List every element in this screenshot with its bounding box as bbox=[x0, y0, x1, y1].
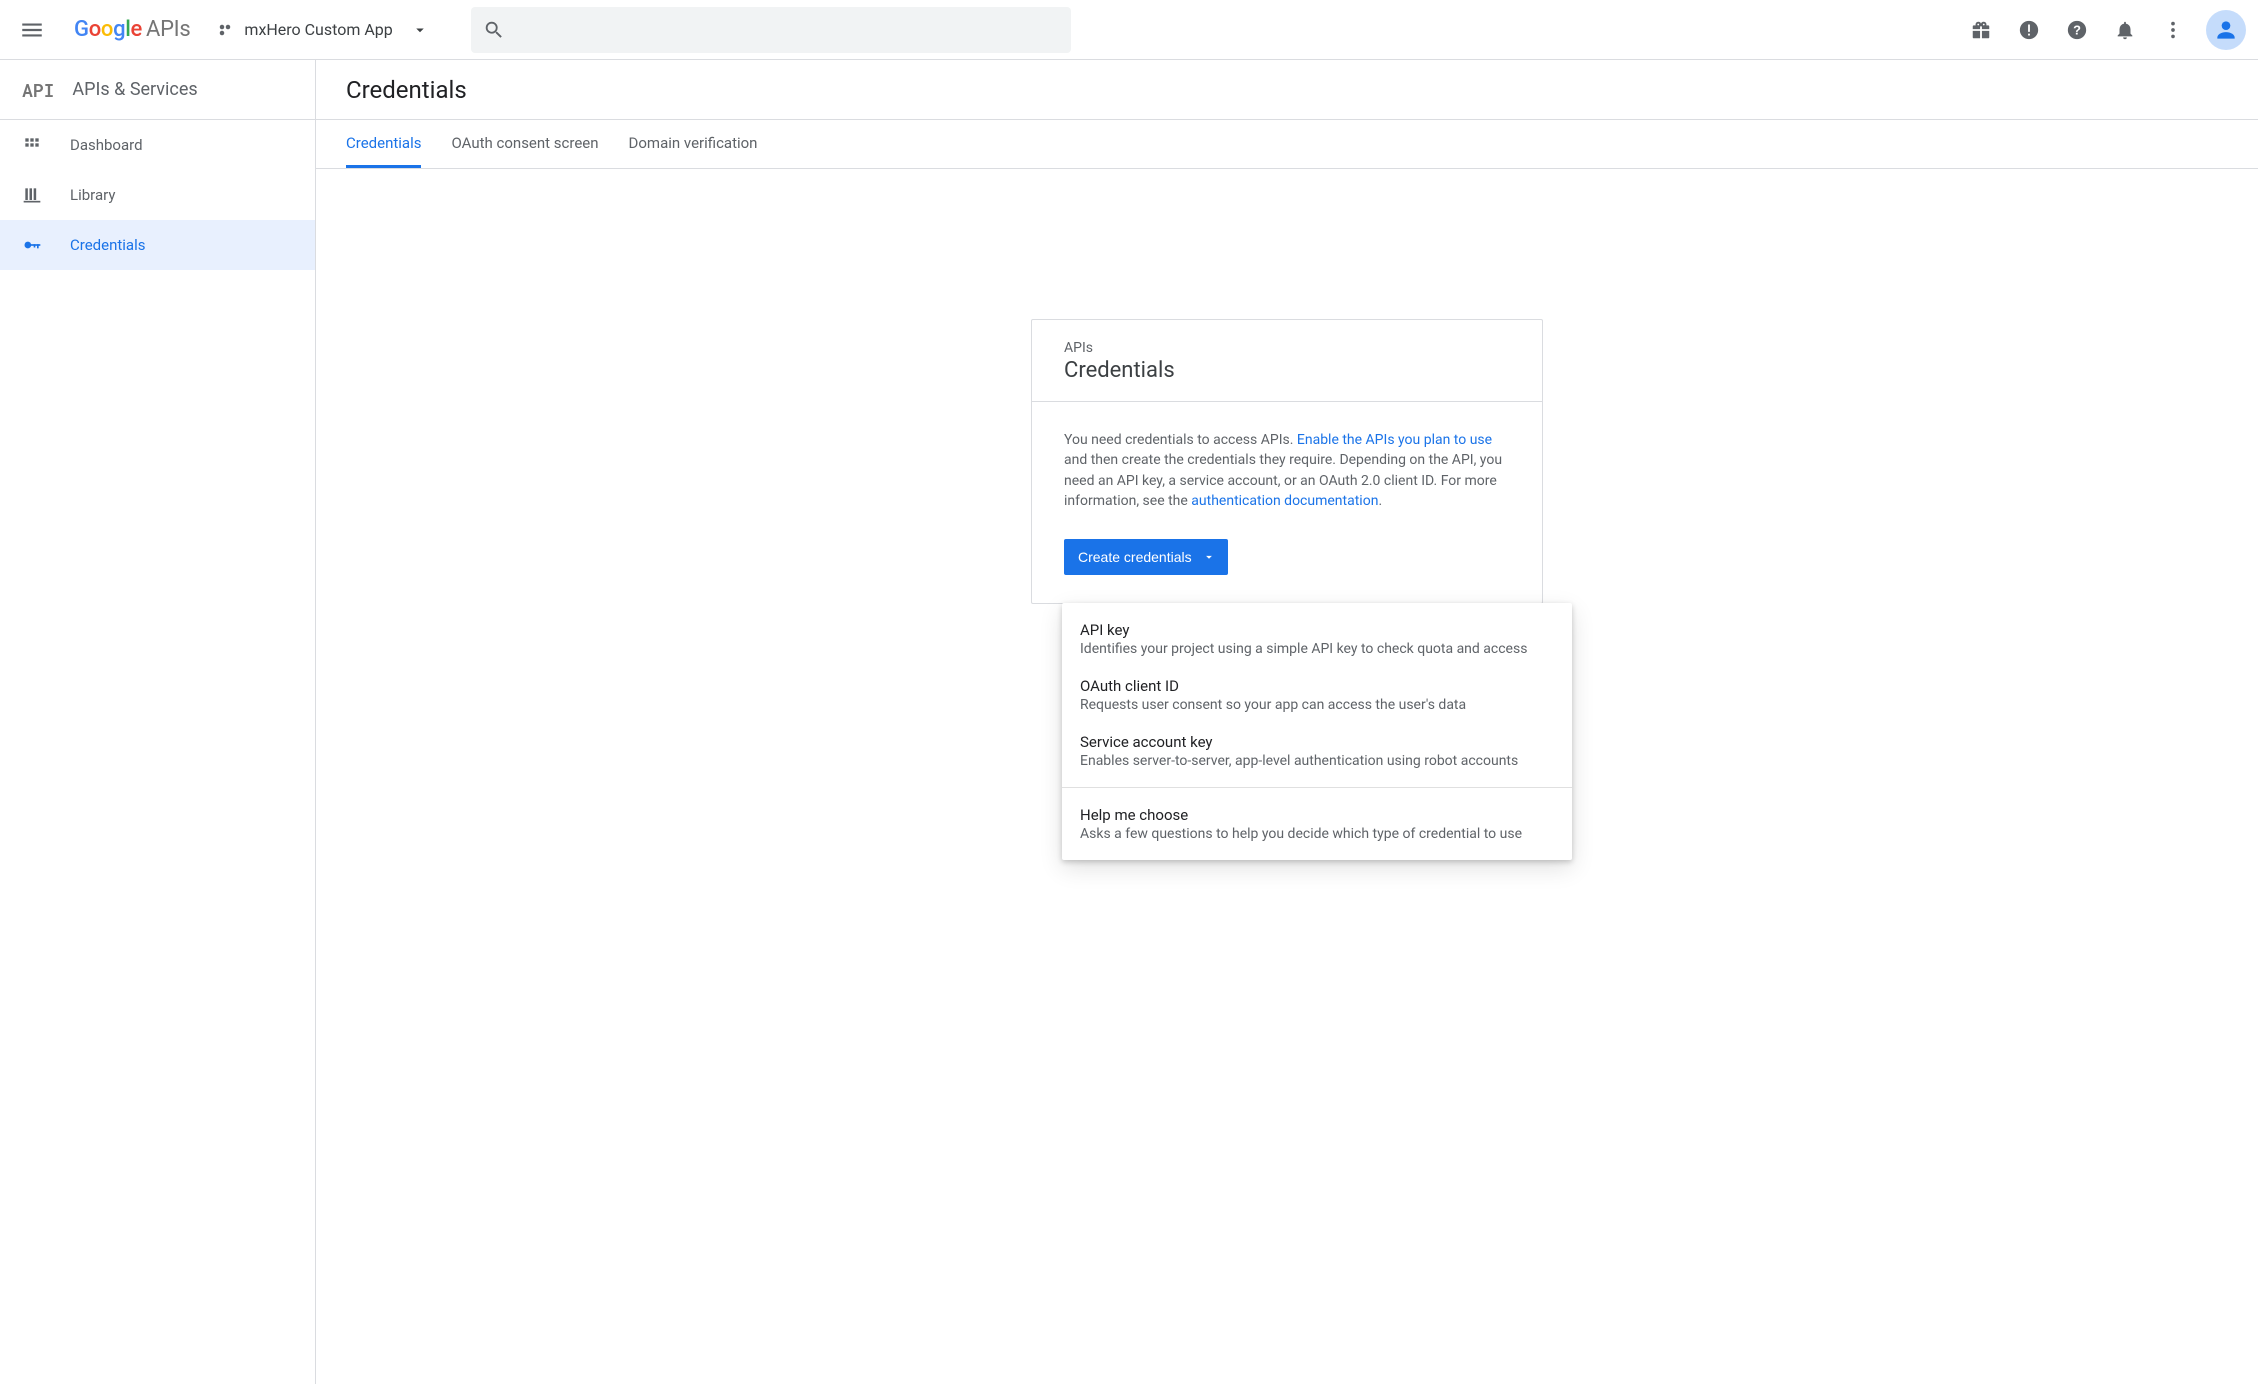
menu-item-desc: Identifies your project using a simple A… bbox=[1080, 641, 1554, 657]
sidebar-item-library[interactable]: Library bbox=[0, 170, 315, 220]
more-vert-icon[interactable] bbox=[2162, 19, 2184, 41]
header-action-icons: ? bbox=[1970, 19, 2184, 41]
menu-separator bbox=[1062, 787, 1572, 788]
google-wordmark: Google bbox=[74, 17, 142, 42]
menu-item-title: OAuth client ID bbox=[1080, 677, 1554, 695]
main-content: Credentials Credentials OAuth consent sc… bbox=[316, 60, 2258, 1384]
project-dots-icon bbox=[216, 21, 234, 39]
menu-item-desc: Enables server-to-server, app-level auth… bbox=[1080, 753, 1554, 769]
apis-wordmark: APIs bbox=[146, 17, 190, 42]
page-header: Credentials bbox=[316, 60, 2258, 120]
search-input[interactable] bbox=[515, 21, 1059, 38]
sidebar-item-credentials[interactable]: Credentials bbox=[0, 220, 315, 270]
sidebar-header[interactable]: API APIs & Services bbox=[0, 60, 315, 120]
help-icon[interactable]: ? bbox=[2066, 19, 2088, 41]
sidebar-item-label: Credentials bbox=[70, 236, 145, 254]
card-title: Credentials bbox=[1064, 358, 1510, 383]
dashboard-icon bbox=[22, 135, 42, 155]
enable-apis-link[interactable]: Enable the APIs you plan to use bbox=[1297, 432, 1492, 448]
menu-item-title: API key bbox=[1080, 621, 1554, 639]
menu-item-title: Help me choose bbox=[1080, 806, 1554, 824]
create-credentials-menu: API key Identifies your project using a … bbox=[1062, 603, 1572, 860]
tab-domain-verification[interactable]: Domain verification bbox=[629, 120, 758, 168]
sidebar-item-label: Dashboard bbox=[70, 136, 143, 154]
menu-item-title: Service account key bbox=[1080, 733, 1554, 751]
tab-label: Domain verification bbox=[629, 134, 758, 152]
menu-item-desc: Asks a few questions to help you decide … bbox=[1080, 826, 1554, 842]
sidebar-item-dashboard[interactable]: Dashboard bbox=[0, 120, 315, 170]
menu-item-oauth-client[interactable]: OAuth client ID Requests user consent so… bbox=[1062, 667, 1572, 723]
menu-item-desc: Requests user consent so your app can ac… bbox=[1080, 697, 1554, 713]
auth-docs-link[interactable]: authentication documentation bbox=[1191, 493, 1378, 509]
tab-label: OAuth consent screen bbox=[451, 134, 598, 152]
menu-item-service-account[interactable]: Service account key Enables server-to-se… bbox=[1062, 723, 1572, 779]
menu-item-api-key[interactable]: API key Identifies your project using a … bbox=[1062, 611, 1572, 667]
sidebar: API APIs & Services Dashboard Library Cr… bbox=[0, 60, 316, 1384]
alert-icon[interactable] bbox=[2018, 19, 2040, 41]
caret-down-icon bbox=[411, 21, 429, 39]
create-credentials-label: Create credentials bbox=[1078, 549, 1192, 565]
account-avatar[interactable] bbox=[2206, 10, 2246, 50]
credentials-card: APIs Credentials You need credentials to… bbox=[1031, 319, 1543, 604]
tab-credentials[interactable]: Credentials bbox=[346, 120, 421, 168]
page-title: Credentials bbox=[346, 76, 467, 104]
tabs: Credentials OAuth consent screen Domain … bbox=[316, 120, 2258, 169]
person-icon bbox=[2213, 17, 2239, 43]
caret-down-icon bbox=[1202, 550, 1216, 564]
gift-icon[interactable] bbox=[1970, 19, 1992, 41]
topbar: Google APIs mxHero Custom App ? bbox=[0, 0, 2258, 60]
svg-text:?: ? bbox=[2073, 22, 2081, 37]
project-name: mxHero Custom App bbox=[244, 20, 392, 39]
project-picker[interactable]: mxHero Custom App bbox=[216, 20, 428, 39]
google-apis-logo[interactable]: Google APIs bbox=[74, 17, 190, 42]
search-icon bbox=[483, 19, 505, 41]
key-icon bbox=[22, 235, 42, 255]
hamburger-menu-icon[interactable] bbox=[18, 16, 46, 44]
search-box[interactable] bbox=[471, 7, 1071, 53]
create-credentials-button[interactable]: Create credentials bbox=[1064, 539, 1228, 575]
sidebar-title: APIs & Services bbox=[72, 79, 197, 100]
library-icon bbox=[22, 185, 42, 205]
tab-oauth-consent[interactable]: OAuth consent screen bbox=[451, 120, 598, 168]
menu-item-help-me-choose[interactable]: Help me choose Asks a few questions to h… bbox=[1062, 796, 1572, 852]
desc-text: You need credentials to access APIs. bbox=[1064, 432, 1297, 448]
notifications-icon[interactable] bbox=[2114, 19, 2136, 41]
card-description: You need credentials to access APIs. Ena… bbox=[1064, 430, 1510, 511]
sidebar-item-label: Library bbox=[70, 186, 115, 204]
tab-label: Credentials bbox=[346, 134, 421, 152]
desc-text: . bbox=[1378, 493, 1382, 509]
api-glyph-icon: API bbox=[22, 78, 54, 102]
card-supertitle: APIs bbox=[1064, 340, 1510, 356]
